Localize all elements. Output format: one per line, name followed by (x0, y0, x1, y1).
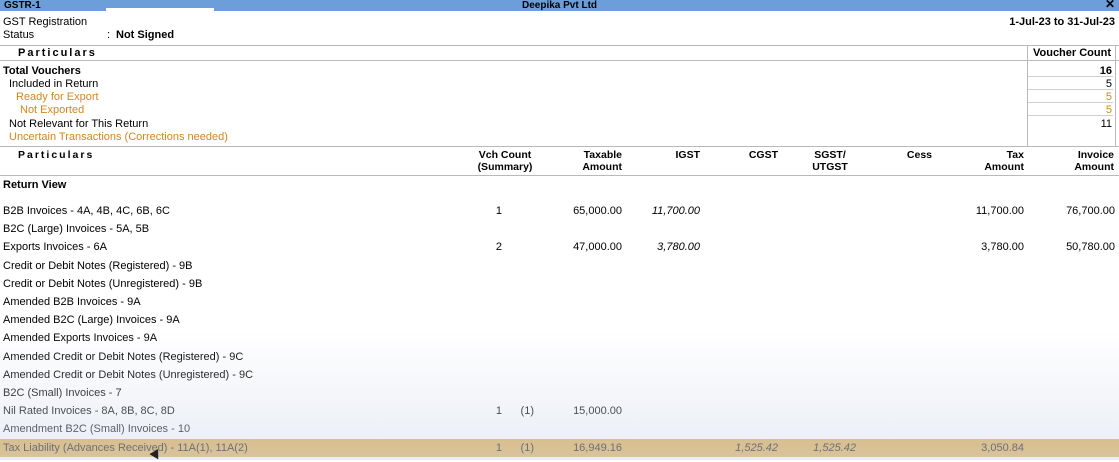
cell-taxable: 16,949.16 (573, 441, 622, 454)
invoice-amount-header-line1: Invoice (1077, 149, 1114, 161)
cell-underline (1028, 115, 1113, 116)
row-label: Amended Exports Invoices - 9A (3, 332, 158, 345)
row-label: Amended B2C (Large) Invoices - 9A (3, 314, 180, 327)
row-label: Amended B2B Invoices - 9A (3, 296, 141, 308)
cell-underline (1028, 102, 1113, 103)
row-label: Amendment B2C (Small) Invoices - 10 (3, 423, 191, 436)
invoice-amount-header: Invoice Amount (1040, 149, 1114, 173)
section-title: Return View (3, 179, 67, 191)
table-row[interactable]: Amendment B2C (Small) Invoices - 10 (0, 420, 1119, 438)
divider (0, 175, 1119, 176)
row-label: Amended Credit or Debit Notes (Registere… (3, 350, 244, 363)
cell-underline (1028, 76, 1113, 77)
row-label: Nil Rated Invoices - 8A, 8B, 8C, 8D (3, 405, 175, 418)
table-row[interactable]: Amended B2B Invoices - 9A (0, 293, 1119, 311)
table-row[interactable]: Amended Credit or Debit Notes (Unregiste… (0, 366, 1119, 384)
title-gap (106, 8, 214, 12)
gst-registration-label: GST Registration (3, 16, 88, 28)
row-label: Exports Invoices - 6A (3, 241, 107, 254)
column-divider (1027, 45, 1028, 147)
divider (0, 146, 1119, 147)
tax-amount-header: Tax Amount (960, 149, 1024, 173)
column-divider (1115, 45, 1116, 147)
table-row[interactable]: Nil Rated Invoices - 8A, 8B, 8C, 8D 1 (1) 1… (0, 402, 1119, 420)
table-row[interactable]: B2C (Small) Invoices - 7 (0, 384, 1119, 402)
cess-header: Cess (906, 149, 932, 161)
table-row[interactable]: Tax Liability (Advances Received) - 11A(… (0, 438, 1119, 457)
invoice-amount-header-line2: Amount (1074, 161, 1114, 173)
summary-value-not-relevant: 11 (1100, 118, 1112, 130)
summary-row-included[interactable]: Included in Return (9, 78, 98, 90)
sgst-header-line2: UTGST (812, 161, 848, 173)
status-label: Status (3, 29, 35, 41)
table-row[interactable]: Amended Exports Invoices - 9A (0, 329, 1119, 347)
status-value: Not Signed (116, 29, 175, 41)
cell-igst: 3,780.00 (657, 241, 700, 254)
cgst-header: CGST (748, 149, 778, 161)
vch-count-header-line2: (Summary) (477, 161, 533, 173)
cell-tax: 11,700.00 (975, 205, 1024, 217)
cell-sum: (1) (520, 405, 534, 418)
cell-tax: 3,780.00 (981, 241, 1024, 254)
table-row[interactable]: Amended B2C (Large) Invoices - 9A (0, 311, 1119, 329)
summary-particulars-header: Particulars (18, 47, 97, 59)
row-label: Tax Liability (Advances Received) - 11A(… (3, 441, 248, 454)
summary-row-ready-export[interactable]: Ready for Export (16, 91, 99, 103)
row-label: Credit or Debit Notes (Registered) - 9B (3, 259, 193, 272)
table-row[interactable]: Amended Credit or Debit Notes (Registere… (0, 348, 1119, 366)
divider (0, 60, 1119, 61)
table-particulars-header: Particulars (18, 149, 95, 161)
cell-vch: 1 (495, 405, 502, 418)
table-row[interactable]: Exports Invoices - 6A 2 47,000.00 3,780.00 3… (0, 238, 1119, 256)
cell-vch: 2 (495, 241, 502, 254)
cell-tax: 3,050.84 (981, 441, 1024, 454)
sgst-header-line1: SGST/ (814, 149, 846, 161)
table-row[interactable]: B2B Invoices - 4A, 4B, 4C, 6B, 6C 1 65,000… (0, 202, 1119, 220)
cell-invoice: 76,700.00 (1066, 205, 1115, 217)
tax-amount-header-line1: Tax (1006, 149, 1024, 161)
cell-igst: 11,700.00 (651, 205, 700, 217)
taxable-header-line2: Amount (582, 161, 622, 173)
cell-taxable: 65,000.00 (573, 205, 622, 217)
table-row[interactable]: B2C (Large) Invoices - 5A, 5B (0, 220, 1119, 238)
cell-vch: 1 (495, 205, 502, 217)
report-period[interactable]: 1-Jul-23 to 31-Jul-23 (1009, 16, 1115, 28)
row-label: B2C (Small) Invoices - 7 (3, 387, 122, 399)
close-icon[interactable]: ✕ (1105, 0, 1115, 10)
row-label: Amended Credit or Debit Notes (Unregiste… (3, 368, 254, 381)
tax-amount-header-line2: Amount (984, 161, 1024, 173)
taxable-header: Taxable Amount (560, 149, 622, 173)
cell-invoice: 50,780.00 (1066, 241, 1115, 254)
cell-sgst: 1,525.42 (813, 441, 856, 454)
vch-count-header-line1: Vch Count (478, 149, 532, 161)
voucher-count-header: Voucher Count (1032, 47, 1111, 59)
table-row[interactable]: Credit or Debit Notes (Registered) - 9B (0, 257, 1119, 275)
cell-cgst: 1,525.42 (735, 441, 778, 454)
row-label: B2C (Large) Invoices - 5A, 5B (3, 223, 150, 236)
taxable-header-line1: Taxable (583, 149, 622, 161)
table-row[interactable]: Credit or Debit Notes (Unregistered) - 9… (0, 275, 1119, 293)
summary-row-not-exported[interactable]: Not Exported (20, 104, 84, 116)
summary-row-not-relevant[interactable]: Not Relevant for This Return (9, 118, 148, 130)
cell-taxable: 47,000.00 (573, 241, 622, 254)
igst-header: IGST (675, 149, 700, 161)
row-label: Credit or Debit Notes (Unregistered) - 9… (3, 277, 203, 290)
cell-underline (1028, 89, 1113, 90)
cell-taxable: 15,000.00 (573, 405, 622, 418)
status-separator: : (107, 29, 111, 41)
cell-sum: (1) (520, 441, 534, 454)
divider (0, 45, 1119, 46)
row-label: B2B Invoices - 4A, 4B, 4C, 6B, 6C (3, 205, 170, 217)
cell-vch: 1 (495, 441, 502, 454)
summary-row-uncertain[interactable]: Uncertain Transactions (Corrections need… (9, 131, 228, 143)
vch-count-header: Vch Count (Summary) (470, 149, 540, 173)
sgst-header: SGST/ UTGST (800, 149, 860, 173)
summary-row-total[interactable]: Total Vouchers (3, 65, 81, 77)
